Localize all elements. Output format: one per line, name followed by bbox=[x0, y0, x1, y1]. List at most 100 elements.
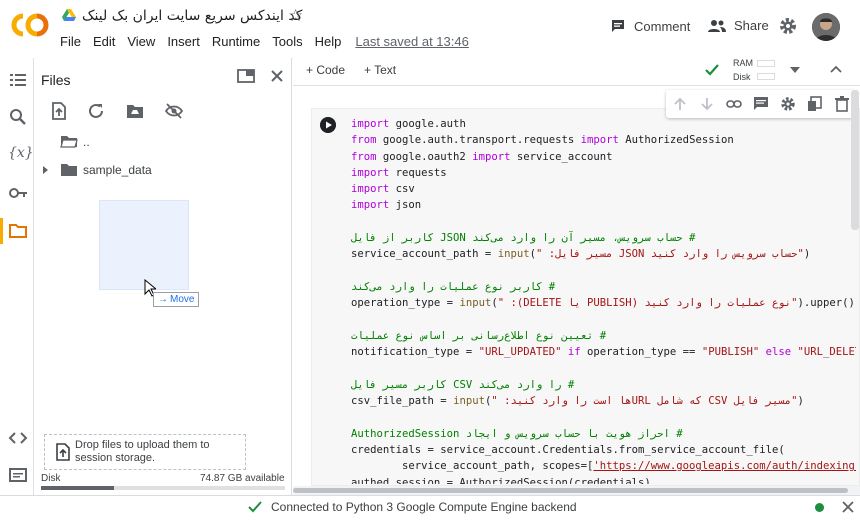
comment-label: Comment bbox=[634, 18, 691, 34]
code-token: ) bbox=[797, 395, 804, 408]
horizontal-scrollbar[interactable] bbox=[293, 488, 848, 493]
menu-view[interactable]: View bbox=[127, 34, 155, 49]
code-token: input bbox=[497, 248, 530, 261]
add-text-button[interactable]: + Text bbox=[364, 63, 396, 77]
last-saved-link[interactable]: Last saved at 13:46 bbox=[355, 34, 468, 49]
code-token: ).upper() bbox=[797, 297, 855, 310]
tree-item-sample-data[interactable]: sample_data bbox=[40, 162, 152, 177]
code-token: google.oauth2 bbox=[376, 150, 473, 163]
run-cell-button[interactable] bbox=[320, 117, 336, 133]
code-token: json bbox=[389, 199, 422, 212]
hide-files-icon[interactable] bbox=[165, 102, 183, 120]
code-token: "URL_DELETED" bbox=[797, 346, 856, 359]
code-line: from google.auth.transport.requests impo… bbox=[351, 132, 856, 148]
code-token: operation_type = bbox=[351, 297, 460, 310]
close-icon[interactable] bbox=[270, 69, 284, 83]
close-icon[interactable] bbox=[842, 501, 854, 513]
folder-open-icon bbox=[60, 136, 78, 148]
link-icon[interactable] bbox=[726, 96, 742, 112]
menu-edit[interactable]: Edit bbox=[93, 34, 115, 49]
move-up-icon[interactable] bbox=[672, 96, 688, 112]
user-avatar[interactable] bbox=[812, 13, 840, 41]
chevron-down-icon[interactable] bbox=[790, 67, 800, 73]
menu-file[interactable]: File bbox=[60, 34, 81, 49]
code-token: service_account bbox=[510, 150, 613, 163]
menu-runtime[interactable]: Runtime bbox=[212, 34, 260, 49]
code-token: credentials = service_account.Credential… bbox=[351, 443, 785, 456]
code-token: 'https://www.googleapis.com/auth/indexin… bbox=[593, 460, 856, 473]
connected-check-icon[interactable] bbox=[704, 62, 720, 78]
comment-button[interactable]: Comment bbox=[610, 18, 690, 34]
move-tooltip-label: Move bbox=[170, 294, 195, 305]
folder-icon[interactable] bbox=[8, 221, 28, 241]
code-token: import bbox=[351, 166, 390, 179]
disk-meter[interactable] bbox=[757, 73, 775, 80]
chevron-up-icon[interactable] bbox=[830, 65, 842, 73]
active-indicator bbox=[0, 218, 3, 244]
disk-usage-fill bbox=[41, 486, 115, 490]
code-line: from google.oauth2 import service_accoun… bbox=[351, 149, 856, 165]
notebook-title[interactable]: کد ایندکس سریع سایت ایران بک لینک bbox=[82, 8, 302, 24]
code-line: # احراز هویت با حساب سرویس و ایجاد Autho… bbox=[351, 426, 856, 442]
cell-settings-icon[interactable] bbox=[780, 96, 796, 112]
disk-label: Disk bbox=[41, 473, 61, 484]
people-icon bbox=[708, 19, 726, 32]
move-down-icon[interactable] bbox=[699, 96, 715, 112]
code-token: "URL_UPDATED" bbox=[478, 346, 562, 359]
mirror-cell-icon[interactable] bbox=[807, 96, 823, 112]
share-button[interactable]: Share bbox=[708, 18, 769, 33]
code-token: # حساب سرویس، مسیر آن را وارد می‌کند JSO… bbox=[351, 232, 696, 245]
code-token: import bbox=[580, 134, 619, 147]
open-in-tab-icon[interactable] bbox=[237, 69, 255, 83]
code-token: csv_file_path = bbox=[351, 395, 454, 408]
tree-item-parent[interactable]: .. bbox=[60, 134, 90, 149]
vertical-scrollbar[interactable] bbox=[851, 90, 859, 230]
menu-help[interactable]: Help bbox=[315, 34, 342, 49]
colab-logo[interactable] bbox=[10, 10, 50, 40]
code-line: csv_file_path = input("مسیر فایل CSV که … bbox=[351, 393, 856, 409]
delete-icon[interactable] bbox=[834, 96, 850, 112]
dropzone-text: Drop files to upload them to session sto… bbox=[75, 439, 210, 464]
chevron-right-icon[interactable] bbox=[40, 165, 50, 175]
code-token: "حساب سرویس را وارد کنید JSON مسیر فایل:… bbox=[535, 248, 804, 261]
key-icon[interactable] bbox=[8, 183, 28, 203]
code-token: service_account_path, scopes=[ bbox=[351, 460, 594, 473]
upload-file-icon bbox=[56, 443, 70, 461]
menu-tools[interactable]: Tools bbox=[272, 34, 302, 49]
move-tooltip: → Move bbox=[153, 292, 200, 307]
code-line: # تعیین نوع اطلاع‌رسانی بر اساس نوع عملی… bbox=[351, 328, 856, 344]
menu-insert[interactable]: Insert bbox=[167, 34, 200, 49]
code-line: # را وارد می‌کند CSV کاربر مسیر فایل bbox=[351, 377, 856, 393]
code-line: # کاربر نوع عملیات را وارد می‌کند bbox=[351, 279, 856, 295]
status-dot bbox=[815, 503, 824, 512]
code-line: # حساب سرویس، مسیر آن را وارد می‌کند JSO… bbox=[351, 230, 856, 246]
upload-dropzone[interactable]: Drop files to upload them to session sto… bbox=[44, 434, 246, 470]
comment-cell-icon[interactable] bbox=[753, 96, 769, 112]
search-icon[interactable] bbox=[8, 107, 28, 127]
code-token: requests bbox=[389, 166, 447, 179]
star-icon[interactable]: ☆ bbox=[288, 6, 303, 26]
code-snippets-icon[interactable] bbox=[8, 428, 28, 448]
terminal-icon[interactable] bbox=[8, 465, 28, 485]
variables-icon[interactable]: {x} bbox=[8, 145, 34, 165]
code-token: input bbox=[459, 297, 492, 310]
ram-meter[interactable] bbox=[757, 60, 775, 67]
settings-gear-icon[interactable] bbox=[778, 16, 798, 36]
code-token: input bbox=[453, 395, 485, 408]
code-editor[interactable]: import google.auth from google.auth.trans… bbox=[351, 116, 856, 484]
refresh-icon[interactable] bbox=[87, 102, 105, 120]
code-token: ) bbox=[803, 248, 811, 261]
folder-icon bbox=[61, 164, 77, 176]
add-code-button[interactable]: + Code bbox=[306, 63, 345, 77]
code-line: credentials = service_account.Credential… bbox=[351, 442, 856, 458]
code-line: notification_type = "URL_UPDATED" if ope… bbox=[351, 344, 856, 360]
code-line: service_account_path, scopes=['https://w… bbox=[351, 458, 856, 474]
toc-icon[interactable] bbox=[8, 70, 28, 90]
mount-drive-icon[interactable] bbox=[126, 102, 144, 120]
code-token: notification_type = bbox=[351, 346, 479, 359]
files-title: Files bbox=[41, 72, 71, 88]
code-token: else bbox=[759, 346, 792, 359]
upload-icon[interactable] bbox=[50, 102, 68, 120]
